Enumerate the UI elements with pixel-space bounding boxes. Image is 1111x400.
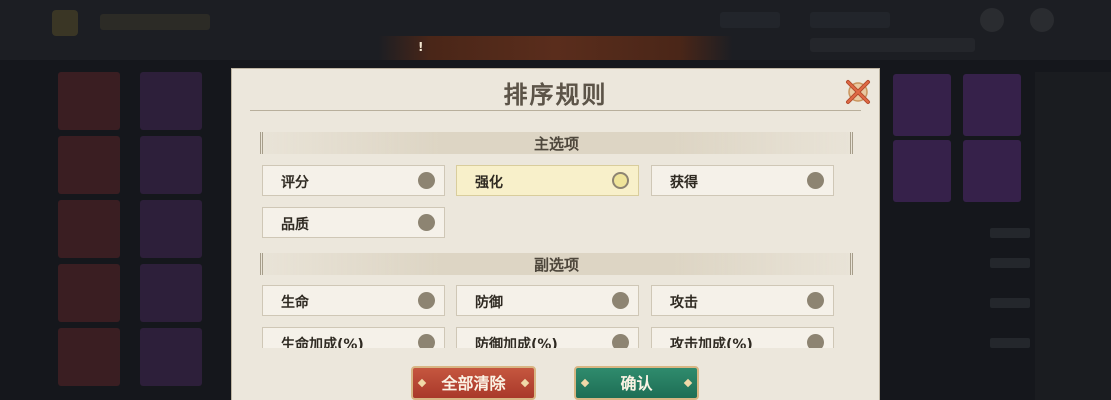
background-tab-2: [810, 12, 890, 28]
option-label: 获得: [670, 175, 698, 191]
sort-rules-dialog: 排序规则 主选项 评分 强化 获得 品质 副选项 生命 防御 攻击 生命加成(%…: [232, 69, 879, 400]
option-label: 评分: [281, 175, 309, 191]
radio-icon: [807, 292, 824, 309]
background-card: [58, 200, 120, 258]
option-label: 攻击加成(%): [670, 337, 753, 348]
option-attack[interactable]: 攻击: [651, 285, 834, 316]
option-defense-bonus[interactable]: 防御加成(%): [456, 327, 639, 348]
background-card: [58, 136, 120, 194]
secondary-section-header: 副选项: [260, 253, 853, 275]
diamond-ornament-icon: [580, 378, 590, 388]
option-label: 攻击: [670, 295, 698, 311]
option-obtained[interactable]: 获得: [651, 165, 834, 196]
background-card: [140, 328, 202, 386]
background-currency-icon: [980, 8, 1004, 32]
option-quality[interactable]: 品质: [262, 207, 445, 238]
radio-icon: [418, 214, 435, 231]
clear-all-label: 全部清除: [441, 374, 506, 393]
background-card: [893, 140, 951, 202]
background-title: [100, 14, 210, 30]
options-scroll-area[interactable]: 主选项 评分 强化 获得 品质 副选项 生命 防御 攻击 生命加成(%) 防御加…: [232, 69, 879, 348]
clear-all-button[interactable]: 全部清除: [411, 366, 536, 400]
notice-banner: !: [378, 36, 733, 60]
diamond-ornament-icon: [520, 378, 530, 388]
option-score[interactable]: 评分: [262, 165, 445, 196]
background-tab-1: [720, 12, 780, 28]
background-side-panel: [1035, 72, 1111, 400]
background-card: [58, 264, 120, 322]
background-stat: [990, 298, 1030, 308]
option-label: 品质: [281, 217, 309, 233]
radio-icon: [418, 292, 435, 309]
background-card: [140, 200, 202, 258]
home-icon: [52, 10, 78, 36]
background-card: [140, 136, 202, 194]
radio-icon: [418, 334, 435, 348]
notice-text: !: [418, 40, 424, 54]
background-card: [963, 74, 1021, 136]
option-hp[interactable]: 生命: [262, 285, 445, 316]
radio-selected-icon: [612, 172, 629, 189]
option-label: 生命: [281, 295, 309, 311]
option-label: 防御: [475, 295, 503, 311]
background-card: [963, 140, 1021, 202]
radio-icon: [807, 172, 824, 189]
diamond-ornament-icon: [417, 378, 427, 388]
background-stat: [990, 338, 1030, 348]
background-card-column-left: [58, 72, 120, 400]
background-card: [140, 264, 202, 322]
background-filter-bar: [810, 38, 975, 52]
option-hp-bonus[interactable]: 生命加成(%): [262, 327, 445, 348]
primary-section-header: 主选项: [260, 132, 853, 154]
confirm-label: 确认: [620, 374, 653, 393]
background-card-column-2: [140, 72, 202, 400]
option-defense[interactable]: 防御: [456, 285, 639, 316]
diamond-ornament-icon: [683, 378, 693, 388]
radio-icon: [807, 334, 824, 348]
background-stat: [990, 258, 1030, 268]
option-label: 防御加成(%): [475, 337, 558, 348]
background-stat: [990, 228, 1030, 238]
primary-section-label: 主选项: [533, 135, 579, 153]
radio-icon: [612, 292, 629, 309]
confirm-button[interactable]: 确认: [574, 366, 699, 400]
background-card: [140, 72, 202, 130]
option-label: 生命加成(%): [281, 337, 364, 348]
secondary-section-label: 副选项: [533, 256, 579, 274]
background-card: [58, 72, 120, 130]
background-card: [58, 328, 120, 386]
background-card: [893, 74, 951, 136]
option-attack-bonus[interactable]: 攻击加成(%): [651, 327, 834, 348]
radio-icon: [418, 172, 435, 189]
option-label: 强化: [475, 175, 503, 191]
radio-icon: [612, 334, 629, 348]
option-enhance[interactable]: 强化: [456, 165, 639, 196]
background-menu-icon: [1030, 8, 1054, 32]
